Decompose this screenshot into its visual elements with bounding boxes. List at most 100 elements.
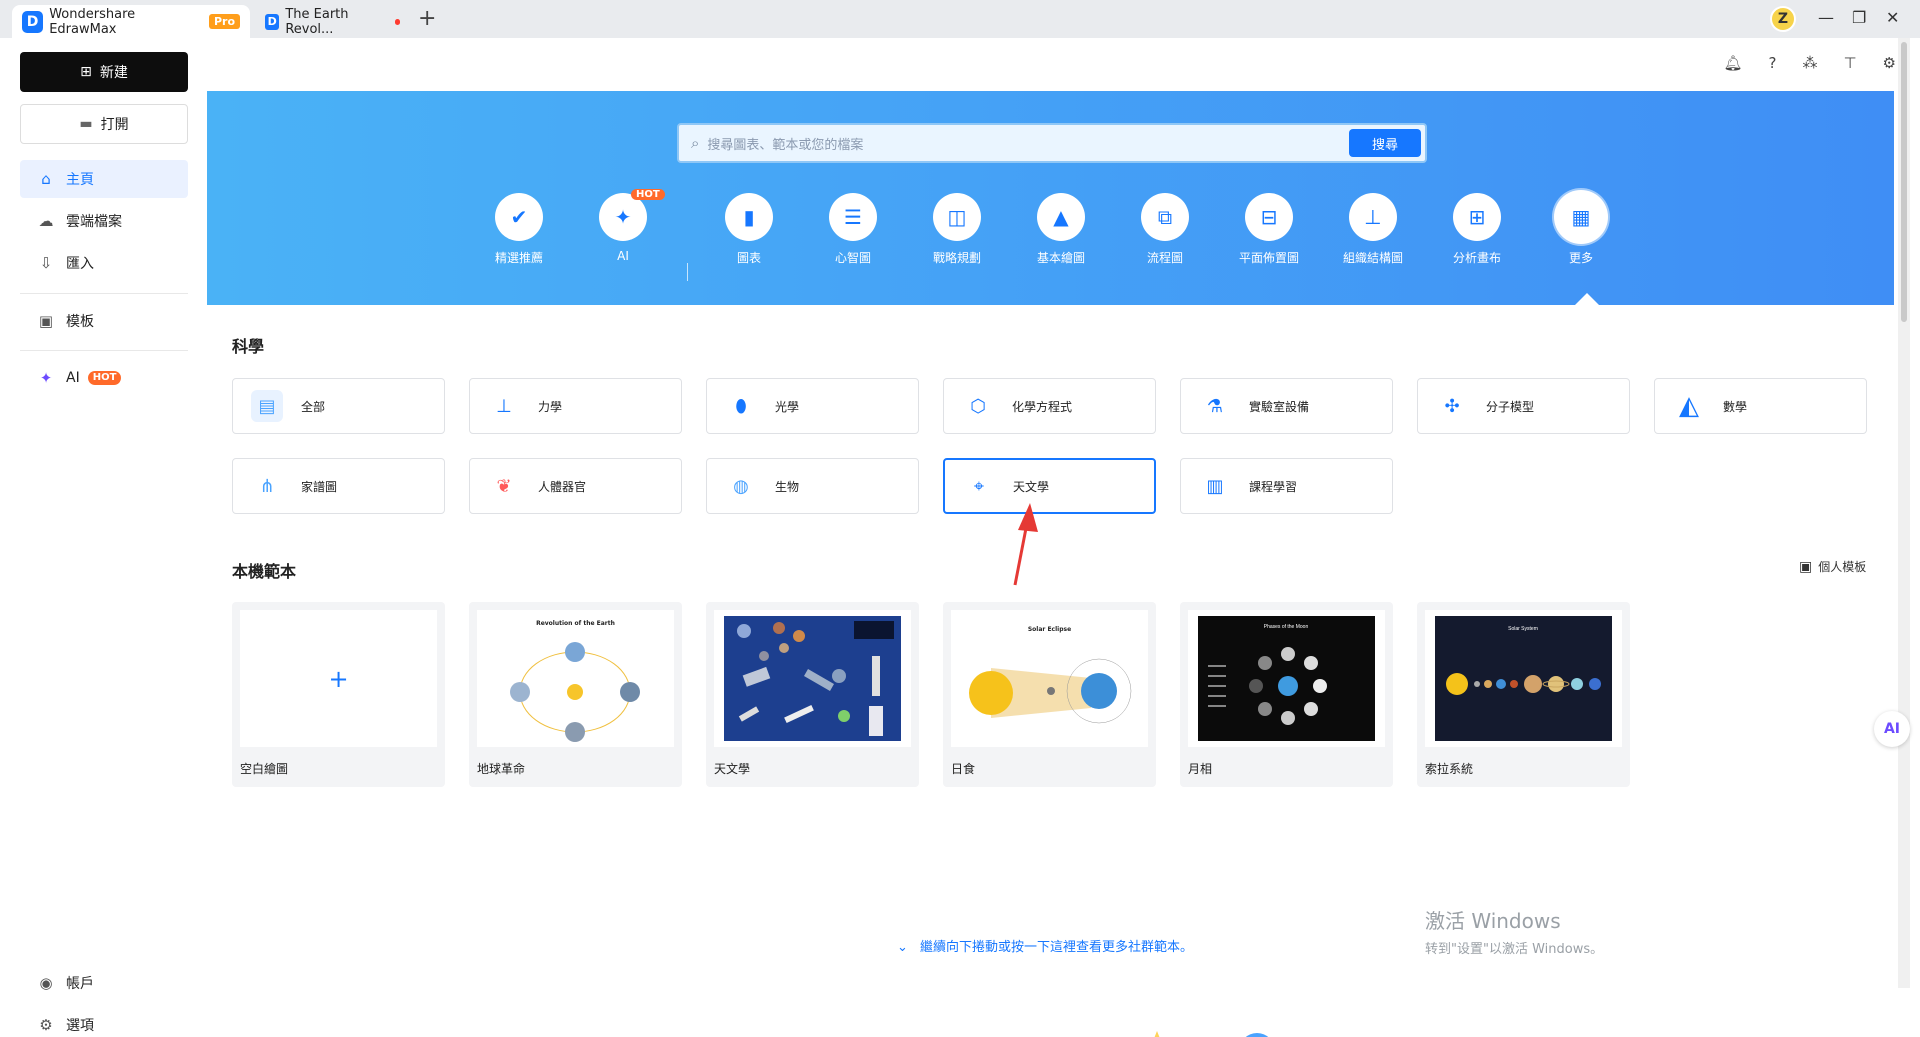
- apps-icon[interactable]: ⁂: [1802, 54, 1817, 72]
- subcategory-molecular[interactable]: ✣ 分子模型: [1417, 378, 1630, 434]
- settings-icon[interactable]: ⚙: [1883, 54, 1896, 72]
- template-card-solar-system[interactable]: Solar System 索拉系統: [1417, 602, 1630, 787]
- subcategory-biology[interactable]: ◍ 生物: [706, 458, 919, 514]
- cell-icon: ◍: [733, 475, 749, 497]
- more-grid-icon: ▦: [1557, 193, 1605, 241]
- template-caption: 月相: [1188, 762, 1213, 776]
- sidebar-item-cloud[interactable]: ☁ 雲端檔案: [20, 202, 188, 240]
- template-card-blank[interactable]: + 空白繪圖: [232, 602, 445, 787]
- molecule-icon: ⬡: [970, 395, 986, 417]
- template-thumbnail: Solar Eclipse: [951, 610, 1148, 747]
- category-label: 更多: [1568, 251, 1593, 265]
- subcategory-astronomy[interactable]: ⌖ 天文學: [943, 458, 1156, 514]
- subcategory-label: 天文學: [1013, 479, 1050, 494]
- subcategory-all[interactable]: ▤ 全部: [232, 378, 445, 434]
- telescope-icon: ⌖: [973, 475, 985, 497]
- user-icon: ◉: [39, 974, 53, 992]
- cloud-icon: ☁: [38, 212, 54, 230]
- template-card-moon-phases[interactable]: Phases of the Moon 月相: [1180, 602, 1393, 787]
- category-floorplan[interactable]: ⊟ 平面佈置圖: [1217, 193, 1321, 266]
- category-orgchart[interactable]: ⊥ 組織結構圖: [1321, 193, 1425, 266]
- title-bar: D Wondershare EdrawMax Pro D The Earth R…: [0, 0, 1920, 38]
- restore-icon[interactable]: ❐: [1852, 8, 1866, 27]
- divider: [20, 350, 188, 351]
- subcategory-chemistry[interactable]: ⬡ 化學方程式: [943, 378, 1156, 434]
- sidebar-item-home[interactable]: ⌂ 主頁: [20, 160, 188, 198]
- new-tab-button[interactable]: +: [418, 6, 436, 31]
- selected-pointer: [1575, 293, 1599, 305]
- close-icon[interactable]: ✕: [1886, 8, 1899, 27]
- personal-templates-label: 個人模板: [1818, 560, 1867, 574]
- tab-title: The Earth Revol...: [285, 6, 349, 37]
- edrawmax-logo-icon: D: [22, 10, 44, 33]
- orgchart-icon: ⊥: [1349, 193, 1397, 241]
- category-label: 基本繪圖: [1036, 251, 1085, 265]
- earth-orbit-illustration: [510, 642, 640, 742]
- template-thumbnail: Revolution of the Earth: [477, 610, 674, 747]
- subcategory-label: 分子模型: [1486, 399, 1535, 414]
- new-button[interactable]: ⊞ 新建: [20, 52, 188, 92]
- minimize-icon[interactable]: —: [1818, 8, 1834, 27]
- subcategory-organs[interactable]: ❦ 人體器官: [469, 458, 682, 514]
- avatar[interactable]: Z: [1770, 6, 1796, 32]
- sidebar-item-account[interactable]: ◉ 帳戶: [20, 964, 188, 1002]
- plus-icon: +: [240, 610, 437, 747]
- category-basic[interactable]: ▲ 基本繪圖: [1009, 193, 1113, 266]
- category-more[interactable]: ▦ 更多: [1529, 193, 1633, 266]
- scrollbar[interactable]: [1898, 38, 1910, 988]
- subcategory-label: 家譜圖: [301, 479, 338, 494]
- help-icon[interactable]: ?: [1769, 54, 1777, 72]
- scrollbar-thumb[interactable]: [1901, 42, 1907, 322]
- bar-chart-icon: ▮: [725, 193, 773, 241]
- subcategory-label: 力學: [538, 399, 563, 414]
- subcategory-course[interactable]: ▥ 課程學習: [1180, 458, 1393, 514]
- solar-system-illustration: Solar System: [1435, 616, 1612, 741]
- bell-icon[interactable]: 🔔︎: [1723, 54, 1742, 72]
- sidebar-item-ai[interactable]: ✦ AI HOT: [20, 359, 188, 397]
- subcategory-lab[interactable]: ⚗ 實驗室設備: [1180, 378, 1393, 434]
- tab-title: Wondershare EdrawMax: [49, 6, 136, 37]
- tab-edrawmax[interactable]: D Wondershare EdrawMax Pro: [12, 5, 250, 38]
- pendulum-icon: ⊥: [496, 395, 512, 417]
- search-input[interactable]: 搜尋圖表、範本或您的檔案: [707, 134, 1349, 153]
- template-card-earth-revolution[interactable]: Revolution of the Earth 地球革命: [469, 602, 682, 787]
- lens-icon: ⬮: [735, 395, 747, 417]
- ai-assistant-float-button[interactable]: AI: [1874, 711, 1910, 747]
- shirt-icon[interactable]: ⊤: [1843, 54, 1856, 72]
- category-charts[interactable]: ▮ 圖表: [697, 193, 801, 266]
- subcategory-label: 光學: [775, 399, 800, 414]
- template-card-astronomy[interactable]: 天文學: [706, 602, 919, 787]
- moon-phases-illustration: Phases of the Moon: [1198, 616, 1375, 741]
- sidebar-item-options[interactable]: ⚙ 選項: [20, 1006, 188, 1037]
- personal-templates-button[interactable]: ▣ 個人模板: [1799, 558, 1866, 575]
- search-bar[interactable]: ⌕ 搜尋圖表、範本或您的檔案 搜尋: [677, 123, 1427, 163]
- category-label: 組織結構圖: [1342, 251, 1403, 265]
- hero-banner: ⌕ 搜尋圖表、範本或您的檔案 搜尋 ✔ 精選推薦 ✦ HOT AI ▮ 圖表 ☰…: [207, 91, 1894, 305]
- category-label: 心智圖: [834, 251, 871, 265]
- sidebar-item-import[interactable]: ⇩ 匯入: [20, 244, 188, 282]
- family-tree-icon: ⋔: [259, 475, 275, 497]
- template-card-solar-eclipse[interactable]: Solar Eclipse 日食: [943, 602, 1156, 787]
- load-more-link[interactable]: ⌄ 繼續向下捲動或按一下這裡查看更多社群範本。: [897, 936, 1193, 955]
- category-strategy[interactable]: ◫ 戰略規劃: [905, 193, 1009, 266]
- search-icon: ⌕: [691, 134, 700, 152]
- subcategory-label: 化學方程式: [1012, 399, 1073, 414]
- tab-document[interactable]: D The Earth Revol...: [255, 5, 410, 38]
- category-mindmap[interactable]: ☰ 心智圖: [801, 193, 905, 266]
- template-thumbnail: Solar System: [1425, 610, 1622, 747]
- sparkle-icon: ✦: [599, 193, 647, 241]
- subcategory-optics[interactable]: ⬮ 光學: [706, 378, 919, 434]
- open-button[interactable]: ▬ 打開: [20, 104, 188, 144]
- sidebar-item-templates[interactable]: ▣ 模板: [20, 302, 188, 340]
- subcategory-math[interactable]: ◭ 數學: [1654, 378, 1867, 434]
- category-canvas[interactable]: ⊞ 分析畫布: [1425, 193, 1529, 266]
- subcategory-mechanics[interactable]: ⊥ 力學: [469, 378, 682, 434]
- subcategory-family-tree[interactable]: ⋔ 家譜圖: [232, 458, 445, 514]
- template-thumbnail: [714, 610, 911, 747]
- search-button[interactable]: 搜尋: [1349, 129, 1421, 157]
- category-featured[interactable]: ✔ 精選推薦: [467, 193, 571, 266]
- hot-badge: HOT: [87, 371, 122, 385]
- category-flowchart[interactable]: ⧉ 流程圖: [1113, 193, 1217, 266]
- sidebar: ⊞ 新建 ▬ 打開 ⌂ 主頁 ☁ 雲端檔案 ⇩ 匯入 ▣ 模板 ✦ AI HOT…: [0, 38, 207, 1037]
- category-ai[interactable]: ✦ HOT AI: [571, 189, 675, 263]
